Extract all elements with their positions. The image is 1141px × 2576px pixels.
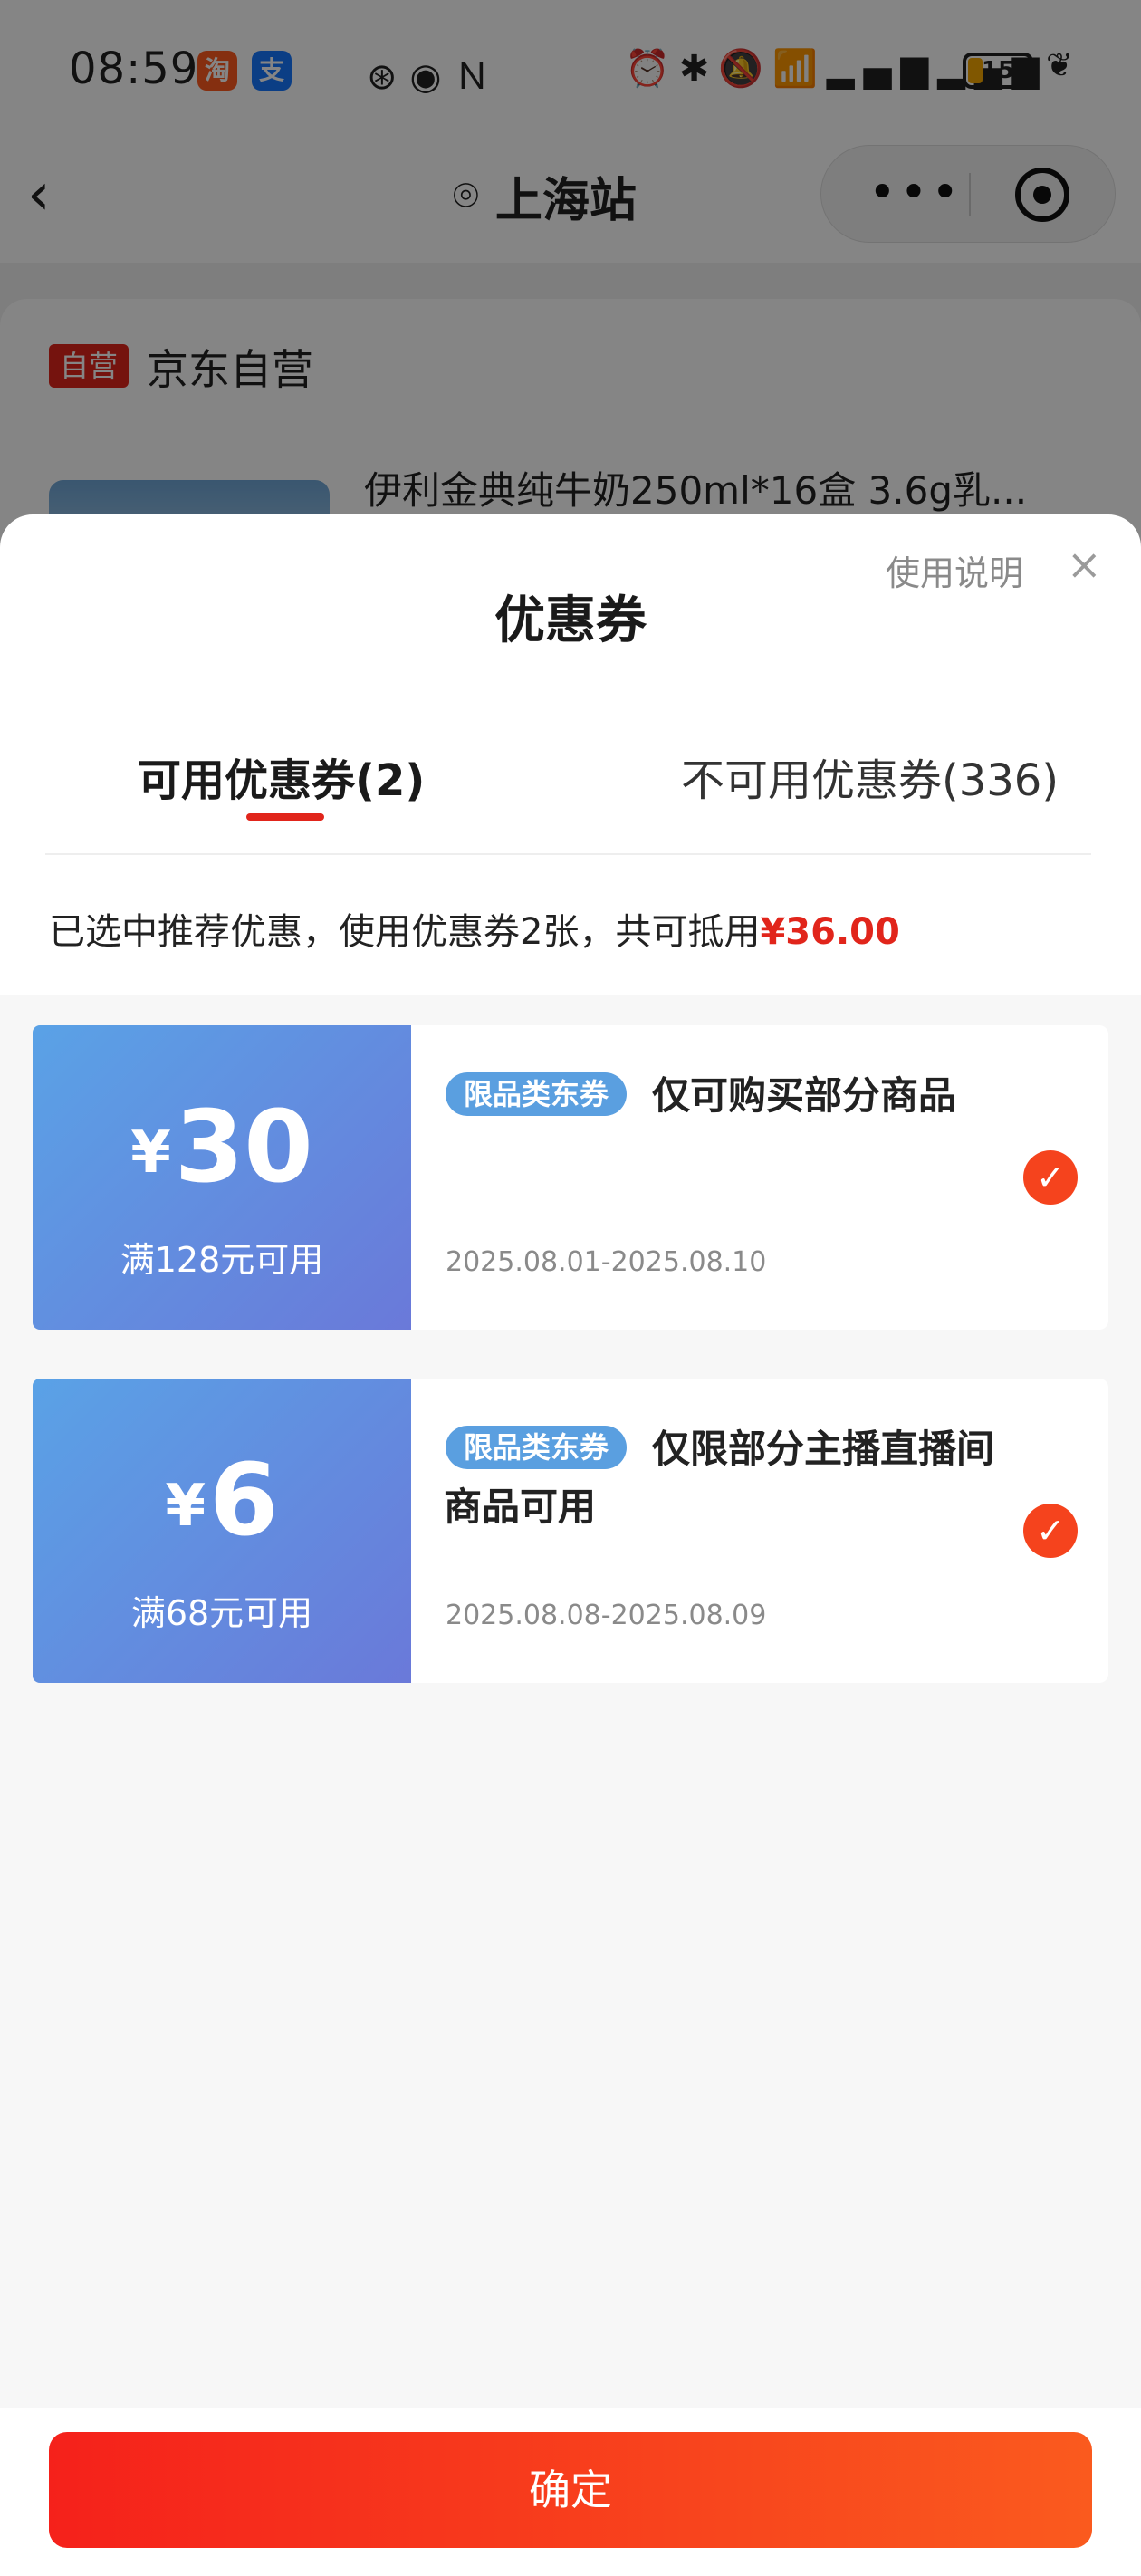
checkmark-icon[interactable]: ✓ [1023, 1504, 1078, 1558]
coupon-amount: ¥6 [33, 1442, 411, 1558]
coupon-type-tag: 限品类东券 [446, 1072, 628, 1116]
currency-symbol: ¥ [165, 1473, 206, 1540]
coupon-threshold: 满68元可用 [130, 1593, 313, 1633]
coupon-amount: ¥30 [33, 1089, 411, 1205]
coupon-validity: 2025.08.01-2025.08.10 [446, 1246, 767, 1278]
coupon-card[interactable]: ¥6 满68元可用 仅限部分主播直播间商品可用 限品类东券 2025.08.08… [27, 1379, 1108, 1683]
tab-available-coupons[interactable]: 可用优惠券(2) [138, 745, 425, 808]
coupon-amount-value: 30 [174, 1089, 313, 1205]
summary-text: 已选中推荐优惠，使用优惠券2张，共可抵用 [49, 911, 761, 953]
bottom-action-bar: 确定 [0, 2408, 1141, 2576]
coupon-validity: 2025.08.08-2025.08.09 [446, 1600, 767, 1631]
coupon-card[interactable]: ¥30 满128元可用 仅可购买部分商品 限品类东券 2025.08.01-20… [27, 1025, 1108, 1330]
checkmark-icon[interactable]: ✓ [1023, 1150, 1078, 1205]
confirm-button[interactable]: 确定 [49, 2432, 1092, 2548]
coupon-list: ¥30 满128元可用 仅可购买部分商品 限品类东券 2025.08.01-20… [0, 995, 1141, 2408]
coupon-sheet: 优惠券 使用说明 × 可用优惠券(2) 不可用优惠券(336) 已选中推荐优惠，… [0, 514, 1141, 2576]
usage-instructions-link[interactable]: 使用说明 [886, 545, 1023, 595]
coupon-threshold: 满128元可用 [120, 1240, 324, 1280]
tab-divider [45, 853, 1091, 855]
coupon-value-panel: ¥30 满128元可用 [27, 1025, 411, 1330]
currency-symbol: ¥ [130, 1120, 171, 1187]
coupon-amount-value: 6 [208, 1442, 279, 1558]
coupon-value-panel: ¥6 满68元可用 [27, 1379, 411, 1683]
selection-summary: 已选中推荐优惠，使用优惠券2张，共可抵用¥36.00 [49, 902, 900, 955]
close-icon[interactable]: × [1067, 542, 1102, 587]
summary-amount: ¥36.00 [760, 911, 900, 953]
tab-unavailable-coupons[interactable]: 不可用优惠券(336) [681, 745, 1059, 808]
coupon-type-tag: 限品类东券 [446, 1426, 628, 1469]
active-tab-indicator [246, 813, 324, 821]
